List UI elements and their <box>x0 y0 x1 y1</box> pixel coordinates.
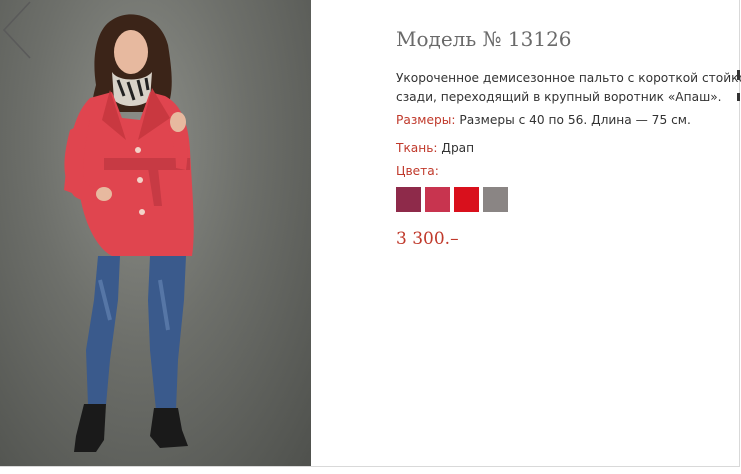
swatch-grey[interactable] <box>483 187 508 212</box>
swatch-red[interactable] <box>454 187 479 212</box>
chevron-left-icon[interactable] <box>0 0 34 60</box>
edge-fragment <box>737 70 740 80</box>
model-illustration <box>64 14 194 452</box>
description-line-2: сзади, переходящий в крупный воротник «А… <box>396 90 722 104</box>
swatch-plum[interactable] <box>396 187 421 212</box>
color-swatches <box>396 187 508 212</box>
sizes-row: Размеры: Размеры с 40 по 56. Длина — 75 … <box>396 113 691 127</box>
edge-fragment <box>737 93 740 101</box>
fabric-value: Драп <box>441 141 475 155</box>
fabric-row: Ткань: Драп <box>396 141 474 155</box>
product-photo <box>0 0 311 466</box>
product-description: Укороченное демисезонное пальто с коротк… <box>396 69 741 107</box>
product-title: Модель № 13126 <box>396 27 572 51</box>
description-line-1: Укороченное демисезонное пальто с коротк… <box>396 71 741 85</box>
swatch-raspberry[interactable] <box>425 187 450 212</box>
sizes-label: Размеры: <box>396 113 456 127</box>
colors-label: Цвета: <box>396 164 439 178</box>
sizes-value: Размеры с 40 по 56. Длина — 75 см. <box>459 113 691 127</box>
fabric-label: Ткань: <box>396 141 438 155</box>
product-price: 3 300.– <box>396 229 459 249</box>
